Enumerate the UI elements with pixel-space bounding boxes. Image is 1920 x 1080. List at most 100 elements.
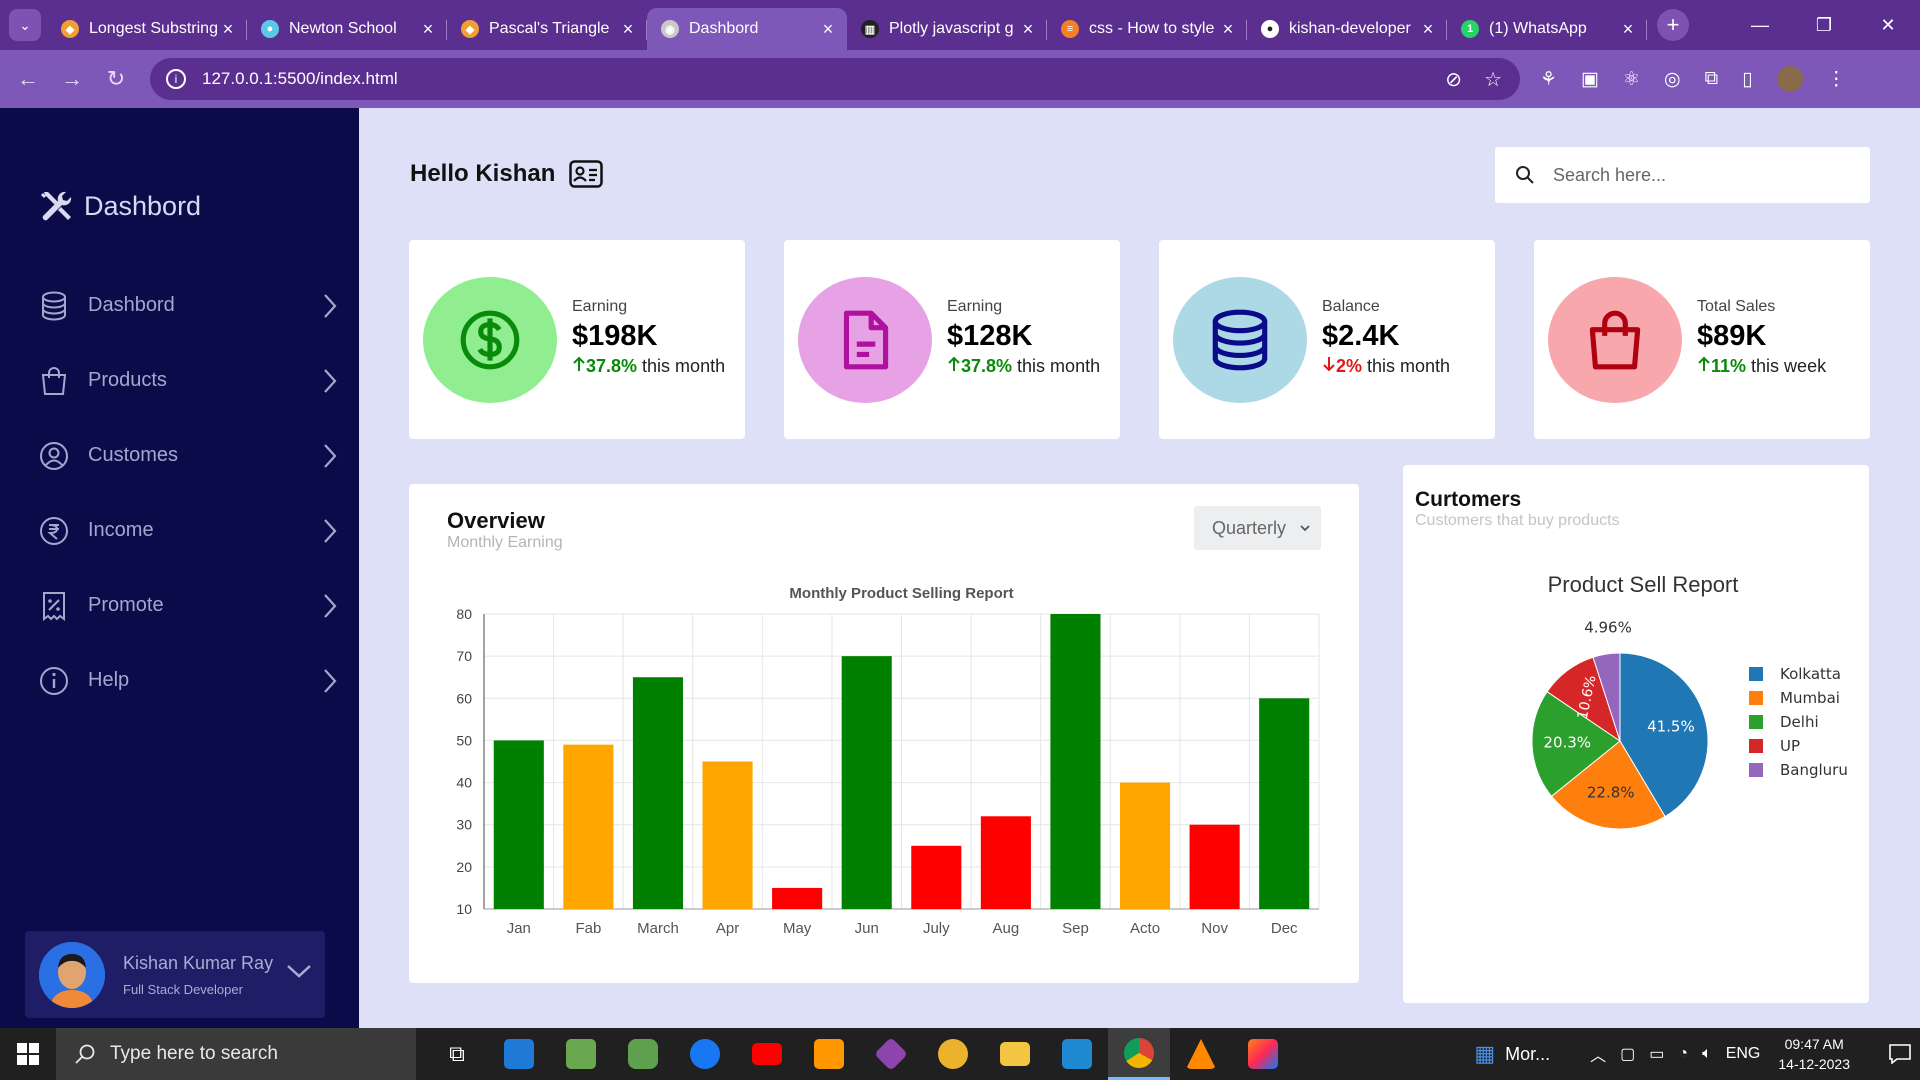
language-indicator[interactable]: ENG <box>1726 1045 1761 1063</box>
pie-percent-label: 4.96% <box>1584 618 1632 636</box>
close-icon[interactable]: × <box>1019 19 1037 40</box>
tab-title: (1) WhatsApp <box>1489 20 1587 37</box>
reload-button[interactable]: ↻ <box>94 66 138 92</box>
file-explorer-app[interactable] <box>984 1028 1046 1080</box>
stat-value: $2.4K <box>1322 320 1400 352</box>
youtube-app[interactable] <box>736 1028 798 1080</box>
browser-tab[interactable]: ≡ css - How to style × <box>1047 8 1247 50</box>
sidebar-item-dashbord[interactable]: Dashbord <box>38 268 348 343</box>
x-tick-label: Apr <box>716 920 739 937</box>
chart-title: Product Sell Report <box>1548 572 1739 597</box>
close-icon[interactable]: × <box>1619 19 1637 40</box>
notifications-button[interactable] <box>1880 1044 1920 1064</box>
browser-tab[interactable]: ● kishan-developer × <box>1247 8 1447 50</box>
chevron-right-icon <box>324 669 337 693</box>
sidebar-item-label: Customes <box>88 444 179 466</box>
pie-chart[interactable]: Product Sell Report41.5%22.8%20.3%10.6%4… <box>1403 465 1869 1003</box>
sidebar-item-customes[interactable]: Customes <box>38 418 348 493</box>
puzzle-icon[interactable]: ⧉ <box>1705 68 1719 90</box>
brand[interactable]: Dashbord <box>38 188 201 224</box>
tab-favicon-icon: ● <box>261 20 279 38</box>
close-icon[interactable]: × <box>1419 19 1437 40</box>
browser-tab[interactable]: ◆ Longest Substring × <box>47 8 247 50</box>
photos-app[interactable] <box>550 1028 612 1080</box>
slack-icon <box>938 1039 968 1069</box>
clock-time: 09:47 AM <box>1784 1036 1844 1052</box>
taskbar-search[interactable]: Type here to search <box>56 1028 416 1080</box>
browser-tab[interactable]: ◉ Dashbord × <box>647 8 847 50</box>
legend-swatch <box>1749 715 1763 729</box>
profile-card[interactable]: Kishan Kumar Ray Full Stack Developer <box>25 931 325 1018</box>
search-input[interactable] <box>1553 164 1853 186</box>
sublime-app[interactable] <box>798 1028 860 1080</box>
news-widget[interactable]: ▦ Mor... <box>1474 1041 1550 1067</box>
browser-tab[interactable]: ◆ Pascal's Triangle × <box>447 8 647 50</box>
node-icon <box>628 1039 658 1069</box>
sidebar-item-help[interactable]: Help <box>38 643 348 718</box>
bar <box>911 845 962 909</box>
close-icon[interactable]: × <box>219 19 237 40</box>
y-tick-label: 80 <box>456 606 472 622</box>
minimize-button[interactable]: — <box>1728 0 1792 50</box>
more-menu-icon[interactable]: ⋮ <box>1827 68 1846 91</box>
tab-favicon-icon: 1 <box>1461 20 1479 38</box>
x-tick-label: May <box>783 920 812 937</box>
clock[interactable]: 09:47 AM 14-12-2023 <box>1778 1034 1850 1074</box>
device-icon[interactable]: ▢ <box>1620 1044 1635 1064</box>
legend-swatch <box>1749 739 1763 753</box>
eye-off-icon[interactable]: ⊘ <box>1445 67 1462 92</box>
extension-icon[interactable]: ⚘ <box>1540 68 1557 91</box>
stat-card: Total Sales $89K 11% this week <box>1534 240 1870 439</box>
git-app[interactable] <box>860 1028 922 1080</box>
site-info-icon[interactable]: i <box>166 69 186 89</box>
start-button[interactable] <box>0 1043 56 1065</box>
chrome-app[interactable] <box>1108 1028 1170 1080</box>
wifi-icon[interactable]: ◔ <box>1678 1045 1688 1063</box>
node-app[interactable] <box>612 1028 674 1080</box>
avatar <box>39 941 105 1008</box>
legend-label: UP <box>1780 737 1800 755</box>
search-icon <box>1516 166 1534 184</box>
task-view-button[interactable]: ⧉ <box>426 1028 488 1080</box>
close-window-button[interactable]: ✕ <box>1856 0 1920 50</box>
folder-icon <box>1000 1042 1030 1066</box>
forward-button[interactable]: → <box>50 66 94 92</box>
stat-change: 2% this month <box>1322 356 1450 377</box>
sidebar-item-products[interactable]: Products <box>38 343 348 418</box>
stat-value: $128K <box>947 320 1033 352</box>
facebook-app[interactable] <box>674 1028 736 1080</box>
slack-app[interactable] <box>922 1028 984 1080</box>
browser-tab[interactable]: ▥ Plotly javascript g × <box>847 8 1047 50</box>
picture-in-picture-icon[interactable]: ▣ <box>1581 68 1599 91</box>
tab-search-button[interactable]: ⌄ <box>9 9 41 41</box>
close-icon[interactable]: × <box>1219 19 1237 40</box>
react-icon[interactable]: ⚛ <box>1623 68 1640 91</box>
new-tab-button[interactable]: + <box>1657 9 1689 41</box>
address-bar[interactable]: i 127.0.0.1:5500/index.html ⊘ ☆ <box>150 58 1520 100</box>
volume-icon[interactable]: 🔈︎ <box>1702 1045 1712 1063</box>
sidebar-item-income[interactable]: Income <box>38 493 348 568</box>
profile-avatar[interactable] <box>1776 66 1803 92</box>
back-button[interactable]: ← <box>6 66 50 92</box>
bar-chart[interactable]: Monthly Product Selling Report 10 20 30 40 50… <box>409 484 1359 983</box>
restore-button[interactable]: ❐ <box>1792 0 1856 50</box>
close-icon[interactable]: × <box>819 19 837 40</box>
chevron-down-icon[interactable] <box>285 961 313 981</box>
chevron-up-icon[interactable]: ︿ <box>1590 1042 1606 1066</box>
star-icon[interactable]: ☆ <box>1484 67 1502 92</box>
mail-app[interactable] <box>488 1028 550 1080</box>
sidebar-item-promote[interactable]: Promote <box>38 568 348 643</box>
browser-tab[interactable]: 1 (1) WhatsApp × <box>1447 8 1647 50</box>
close-icon[interactable]: × <box>419 19 437 40</box>
extension-icon[interactable]: ◎ <box>1664 68 1681 91</box>
battery-icon[interactable]: ▭ <box>1649 1044 1664 1064</box>
side-panel-icon[interactable]: ▯ <box>1742 68 1752 91</box>
vscode-app[interactable] <box>1046 1028 1108 1080</box>
browser-tab[interactable]: ● Newton School × <box>247 8 447 50</box>
bar <box>563 744 614 909</box>
news-icon: ▦ <box>1474 1041 1496 1066</box>
vlc-app[interactable] <box>1170 1028 1232 1080</box>
intellij-app[interactable] <box>1232 1028 1294 1080</box>
close-icon[interactable]: × <box>619 19 637 40</box>
stat-change-period: this month <box>637 356 726 376</box>
